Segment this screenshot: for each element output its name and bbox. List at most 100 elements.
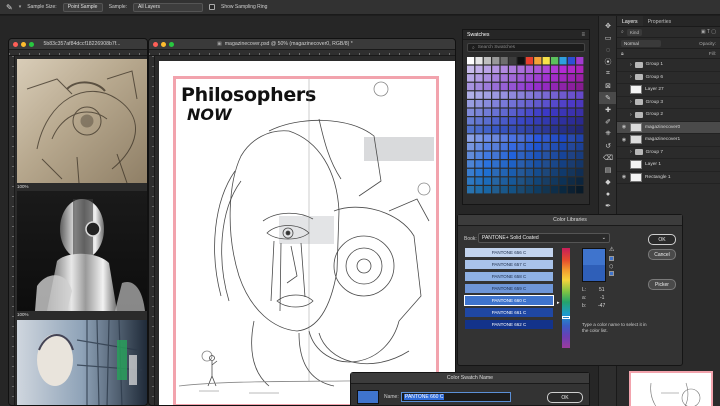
swatch-cell[interactable] — [567, 186, 575, 194]
swatch-name-input[interactable]: PANTONE 660 C — [401, 392, 511, 402]
swatch-cell[interactable] — [551, 134, 559, 142]
swatch-cell[interactable] — [559, 168, 567, 177]
swatch-cell[interactable] — [542, 117, 550, 125]
swatch-cell[interactable] — [517, 74, 525, 82]
swatch-cell[interactable] — [517, 177, 525, 185]
swatch-cell[interactable] — [525, 143, 533, 151]
swatch-cell[interactable] — [500, 177, 508, 185]
swatch-cell[interactable] — [500, 134, 508, 142]
swatch-cell[interactable] — [551, 117, 559, 125]
swatch-cell[interactable] — [559, 134, 567, 142]
swatch-cell[interactable] — [551, 65, 559, 73]
swatch-cell[interactable] — [509, 100, 517, 108]
layer-row[interactable]: ◉ magazinecover1 — [617, 134, 720, 147]
swatch-cell[interactable] — [534, 151, 542, 159]
canvas[interactable]: Philosophers NOW — [159, 61, 455, 405]
swatch-cell[interactable] — [551, 74, 559, 82]
swatch-cell[interactable] — [509, 74, 517, 82]
cancel-button[interactable]: Cancel — [648, 249, 676, 260]
swatch-cell[interactable] — [467, 100, 475, 108]
swatch-cell[interactable] — [467, 74, 475, 82]
document-window-titlebar[interactable]: ▣ magazinecover.psd @ 50% (magazinecover… — [149, 39, 455, 50]
lock-icon[interactable]: 🔒︎ — [621, 51, 624, 57]
swatch-cell[interactable] — [475, 186, 483, 194]
swatch-cell[interactable] — [576, 143, 584, 151]
layer-row[interactable]: Layer 27 — [617, 84, 720, 97]
chevron-right-icon[interactable]: › — [630, 62, 632, 68]
swatch-cell[interactable] — [576, 125, 584, 134]
swatch-cell[interactable] — [467, 160, 475, 168]
swatch-cell[interactable] — [492, 117, 500, 125]
swatch-cell[interactable] — [467, 57, 475, 65]
layer-row[interactable]: › Group 1 — [617, 59, 720, 72]
color-list-item[interactable]: PANTONE 656 C — [465, 248, 553, 257]
swatch-cell[interactable] — [467, 168, 475, 177]
swatch-cell[interactable] — [467, 82, 475, 91]
swatch-cell[interactable] — [509, 125, 517, 134]
swatch-cell[interactable] — [475, 151, 483, 159]
swatch-cell[interactable] — [534, 177, 542, 185]
close-button[interactable] — [153, 41, 158, 47]
eyedropper-tool-icon[interactable]: ✎ — [6, 3, 13, 12]
swatch-cell[interactable] — [492, 57, 500, 65]
chevron-right-icon[interactable]: › — [630, 74, 632, 80]
swatch-cell[interactable] — [525, 151, 533, 159]
swatch-cell[interactable] — [467, 151, 475, 159]
color-list-item[interactable]: PANTONE 657 C — [465, 260, 553, 269]
warning-icon[interactable]: ⚠ — [609, 246, 614, 253]
swatch-cell[interactable] — [475, 57, 483, 65]
swatch-cell[interactable] — [525, 108, 533, 116]
swatch-cell[interactable] — [525, 91, 533, 99]
swatch-cell[interactable] — [559, 65, 567, 73]
swatch-cell[interactable] — [517, 125, 525, 134]
swatch-cell[interactable] — [467, 177, 475, 185]
color-list-item[interactable]: PANTONE 660 C — [464, 295, 554, 306]
swatch-cell[interactable] — [492, 91, 500, 99]
swatch-cell[interactable] — [542, 65, 550, 73]
chevron-right-icon[interactable]: › — [630, 149, 632, 155]
swatch-cell[interactable] — [542, 177, 550, 185]
swatch-cell[interactable] — [492, 65, 500, 73]
cube-icon[interactable]: ⬡ — [609, 264, 613, 270]
swatch-cell[interactable] — [483, 134, 491, 142]
swatch-cell[interactable] — [483, 168, 491, 177]
swatch-cell[interactable] — [492, 186, 500, 194]
artboard-tool-icon[interactable]: ▭ — [599, 32, 617, 44]
lasso-tool-icon[interactable]: ◌ — [599, 44, 617, 56]
swatch-cell[interactable] — [517, 160, 525, 168]
visibility-eye-icon[interactable]: ◉ — [621, 124, 627, 130]
swatch-cell[interactable] — [492, 74, 500, 82]
swatch-cell[interactable] — [576, 100, 584, 108]
swatch-cell[interactable] — [567, 100, 575, 108]
swatch-cell[interactable] — [551, 160, 559, 168]
swatch-cell[interactable] — [517, 91, 525, 99]
swatch-cell[interactable] — [525, 186, 533, 194]
picker-button[interactable]: Picker — [648, 279, 676, 290]
swatch-cell[interactable] — [559, 186, 567, 194]
swatch-cell[interactable] — [492, 151, 500, 159]
swatch-cell[interactable] — [492, 100, 500, 108]
visibility-eye-icon[interactable]: ◉ — [621, 137, 627, 143]
color-list-item[interactable]: PANTONE 658 C — [465, 272, 553, 281]
swatch-cell[interactable] — [525, 177, 533, 185]
eyedropper-tool-icon[interactable]: ✎ — [599, 92, 617, 104]
swatch-cell[interactable] — [525, 134, 533, 142]
swatch-cell[interactable] — [500, 65, 508, 73]
swatch-cell[interactable] — [500, 151, 508, 159]
swatch-cell[interactable] — [542, 74, 550, 82]
swatch-cell[interactable] — [576, 186, 584, 194]
move-tool-icon[interactable]: ✥ — [599, 20, 617, 32]
swatch-cell[interactable] — [475, 82, 483, 91]
swatch-cell[interactable] — [517, 134, 525, 142]
layer-row[interactable]: › Group 7 — [617, 147, 720, 159]
show-sampling-ring-checkbox[interactable] — [209, 4, 216, 10]
swatch-search-input[interactable]: ⌕ Search Swatches — [467, 43, 585, 52]
swatch-cell[interactable] — [534, 168, 542, 177]
swatch-cell[interactable] — [509, 91, 517, 99]
swatch-cell[interactable] — [492, 82, 500, 91]
swatch-cell[interactable] — [559, 125, 567, 134]
swatch-cell[interactable] — [492, 177, 500, 185]
layer-row[interactable]: › Group 3 — [617, 97, 720, 109]
gradient-tool-icon[interactable]: ▤ — [599, 164, 617, 176]
swatch-cell[interactable] — [517, 82, 525, 91]
